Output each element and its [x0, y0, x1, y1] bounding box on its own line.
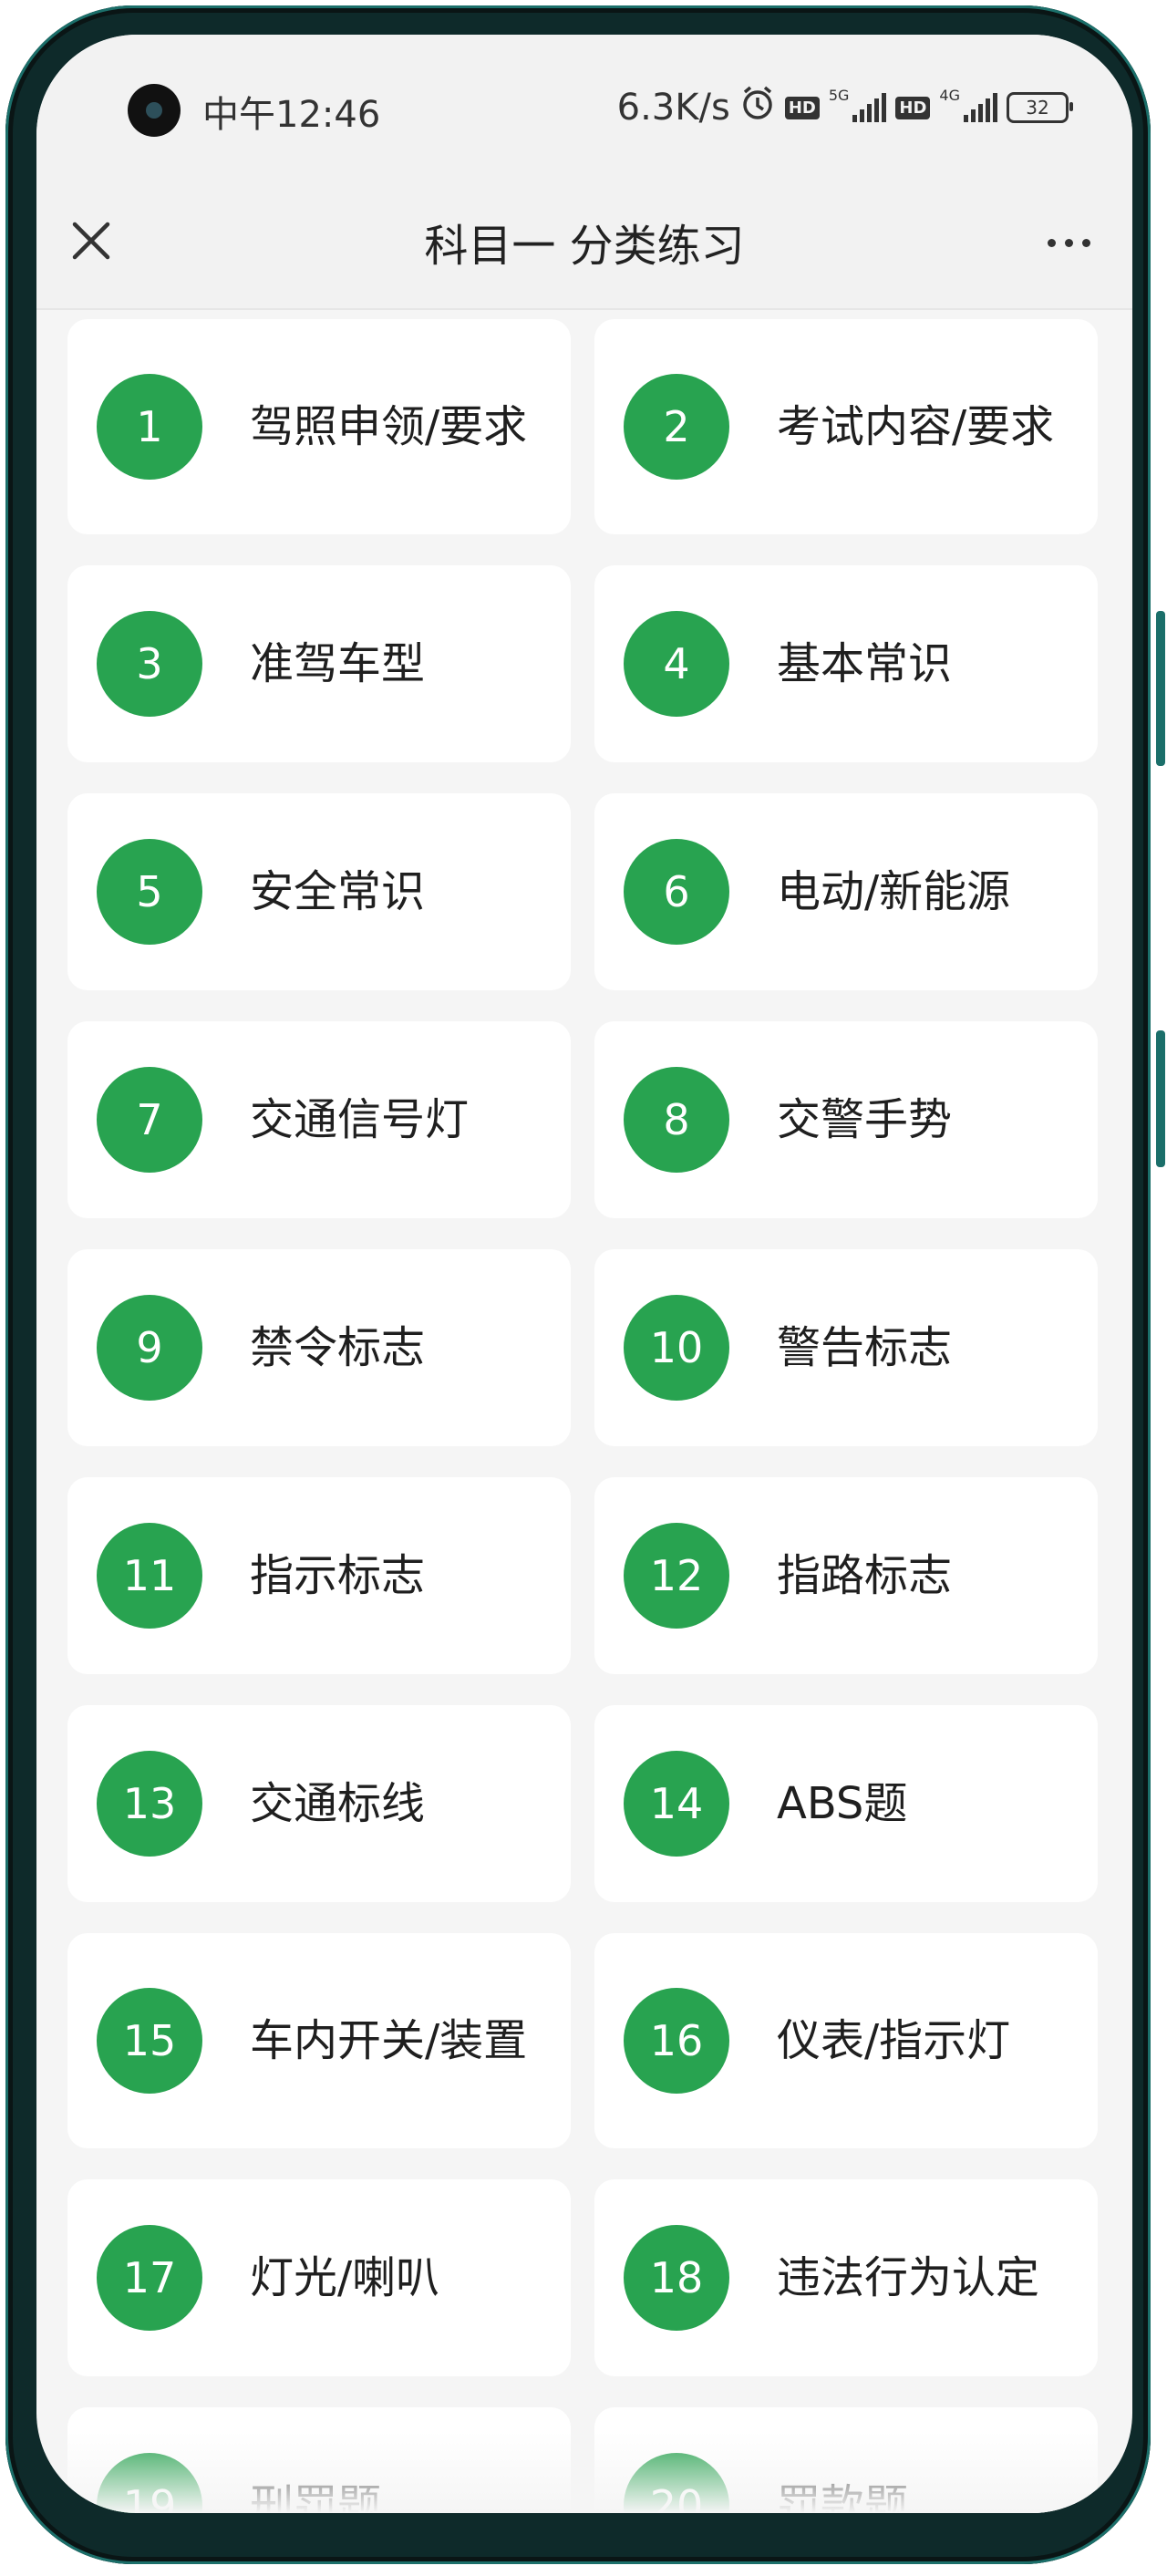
category-grid: 1 驾照申领/要求 2 考试内容/要求 3 准驾车型 4 基本常识 5 安全常识 6 电动/新能源 7 交… [67, 319, 1098, 2513]
category-number-badge: 11 [97, 1523, 202, 1629]
category-number-badge: 13 [97, 1751, 202, 1857]
category-number-badge: 12 [624, 1523, 729, 1629]
category-label: 车内开关/装置 [250, 2015, 528, 2066]
hd-badge: HD [784, 96, 820, 119]
category-card[interactable]: 14 ABS题 [594, 1705, 1098, 1902]
category-label: 交通标线 [250, 1778, 426, 1829]
category-card[interactable]: 5 安全常识 [67, 793, 571, 990]
category-card[interactable]: 15 车内开关/装置 [67, 1933, 571, 2148]
more-dot [1047, 238, 1056, 247]
title-bar: 科目一 分类练习 [36, 171, 1132, 310]
category-number-badge: 7 [97, 1067, 202, 1173]
category-label: 禁令标志 [250, 1322, 426, 1373]
signal-icon [964, 93, 997, 122]
signal-icon [852, 93, 887, 122]
category-card[interactable]: 1 驾照申领/要求 [67, 319, 571, 534]
hd-badge: HD [895, 96, 931, 119]
category-card[interactable]: 6 电动/新能源 [594, 793, 1098, 990]
category-card[interactable]: 10 警告标志 [594, 1249, 1098, 1446]
category-label: ABS题 [777, 1778, 908, 1829]
category-number-badge: 4 [624, 611, 729, 717]
power-button [1156, 1030, 1165, 1167]
category-number-badge: 6 [624, 839, 729, 945]
category-number-badge: 3 [97, 611, 202, 717]
front-camera [128, 84, 181, 137]
category-card[interactable]: 16 仪表/指示灯 [594, 1933, 1098, 2148]
category-number-badge: 14 [624, 1751, 729, 1857]
page-title: 科目一 分类练习 [424, 221, 745, 272]
more-options-button[interactable] [1032, 224, 1105, 261]
category-label: 驾照申领/要求 [250, 401, 528, 452]
category-card[interactable]: 3 准驾车型 [67, 565, 571, 762]
network-gen-label: 4G [939, 86, 960, 104]
category-number-badge: 1 [97, 374, 202, 480]
status-bar: 中午12:46 6.3K/s HD 5G HD 4G 32 [36, 35, 1132, 181]
category-card[interactable]: 11 指示标志 [67, 1477, 571, 1674]
category-card[interactable]: 18 违法行为认定 [594, 2179, 1098, 2376]
category-number-badge: 18 [624, 2225, 729, 2331]
category-card[interactable]: 2 考试内容/要求 [594, 319, 1098, 534]
category-label: 基本常识 [777, 638, 953, 689]
category-label: 指路标志 [777, 1550, 953, 1601]
network-gen-label: 5G [828, 86, 850, 104]
category-card[interactable]: 12 指路标志 [594, 1477, 1098, 1674]
category-card[interactable]: 4 基本常识 [594, 565, 1098, 762]
category-label: 电动/新能源 [777, 866, 1011, 917]
category-number-badge: 2 [624, 374, 729, 480]
more-dot [1081, 238, 1090, 247]
more-dot [1064, 238, 1073, 247]
category-label: 交通信号灯 [250, 1094, 470, 1145]
category-number-badge: 17 [97, 2225, 202, 2331]
bottom-fade [36, 2431, 1132, 2513]
category-card[interactable]: 8 交警手势 [594, 1021, 1098, 1218]
category-label: 仪表/指示灯 [777, 2015, 1011, 2066]
category-label: 考试内容/要求 [777, 401, 1055, 452]
screen: 中午12:46 6.3K/s HD 5G HD 4G 32 科目一 分类练习 1… [36, 35, 1132, 2513]
category-card[interactable]: 7 交通信号灯 [67, 1021, 571, 1218]
status-icons: 6.3K/s HD 5G HD 4G 32 [616, 85, 1073, 130]
volume-button [1156, 611, 1165, 766]
category-label: 违法行为认定 [777, 2252, 1040, 2303]
alarm-icon [739, 85, 776, 130]
category-label: 交警手势 [777, 1094, 953, 1145]
category-number-badge: 9 [97, 1295, 202, 1401]
category-number-badge: 10 [624, 1295, 729, 1401]
category-card[interactable]: 9 禁令标志 [67, 1249, 571, 1446]
category-card[interactable]: 17 灯光/喇叭 [67, 2179, 571, 2376]
category-label: 安全常识 [250, 866, 426, 917]
category-number-badge: 8 [624, 1067, 729, 1173]
category-number-badge: 16 [624, 1988, 729, 2094]
phone-mockup: 中午12:46 6.3K/s HD 5G HD 4G 32 科目一 分类练习 1… [0, 0, 1167, 2576]
category-label: 灯光/喇叭 [250, 2252, 440, 2303]
battery-icon: 32 [1007, 92, 1073, 123]
category-label: 指示标志 [250, 1550, 426, 1601]
category-number-badge: 5 [97, 839, 202, 945]
category-label: 准驾车型 [250, 638, 426, 689]
network-speed: 6.3K/s [616, 87, 730, 129]
category-card[interactable]: 13 交通标线 [67, 1705, 571, 1902]
category-label: 警告标志 [777, 1322, 953, 1373]
category-number-badge: 15 [97, 1988, 202, 2094]
status-time: 中午12:46 [202, 94, 381, 136]
